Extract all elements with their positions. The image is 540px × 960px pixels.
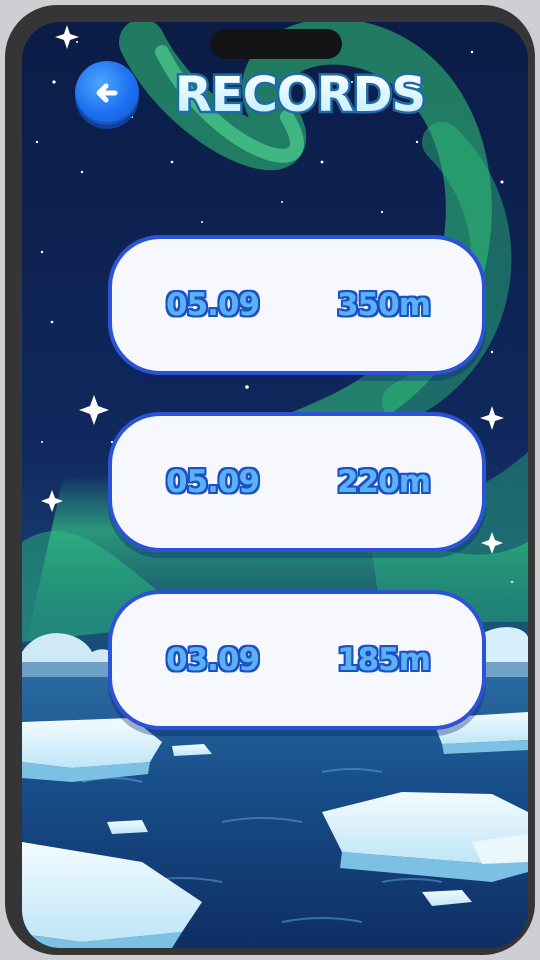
record-card[interactable]: 05.09 220m <box>108 412 486 552</box>
page-title-text: RECORDS <box>175 67 425 123</box>
page-title: RECORDS <box>170 53 430 133</box>
back-button[interactable] <box>75 61 139 125</box>
record-date: 05.09 <box>166 464 260 500</box>
camera-notch <box>210 29 342 59</box>
back-arrow-icon <box>96 83 118 103</box>
game-screen: RECORDS 05.09 350m 05.09 220m 03.09 185m <box>22 22 528 948</box>
record-card[interactable]: 03.09 185m <box>108 590 486 730</box>
record-date: 05.09 <box>166 287 260 323</box>
phone-frame: RECORDS 05.09 350m 05.09 220m 03.09 185m <box>5 5 535 955</box>
record-distance: 350m <box>336 287 431 323</box>
record-card[interactable]: 05.09 350m <box>108 235 486 375</box>
record-date: 03.09 <box>166 642 260 678</box>
record-distance: 185m <box>336 642 431 678</box>
record-distance: 220m <box>336 464 431 500</box>
